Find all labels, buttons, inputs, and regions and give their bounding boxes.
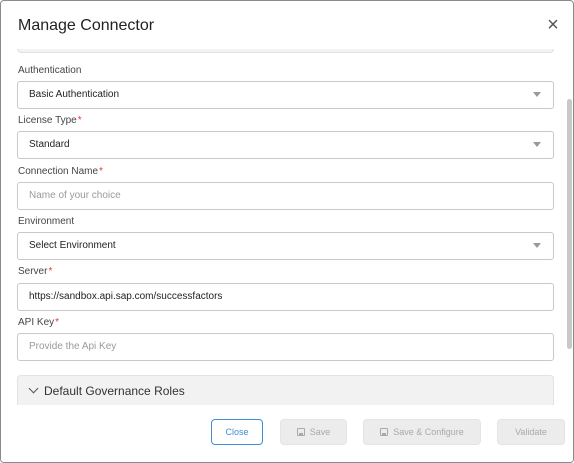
server-label: Server* <box>18 266 52 277</box>
save-button[interactable]: Save <box>280 419 347 445</box>
caret-down-icon <box>533 243 541 248</box>
environment-label: Environment <box>18 216 74 227</box>
dialog-footer: Close Save Save & Configure Validate <box>1 405 573 462</box>
manage-connector-dialog: Manage Connector × Authentication Basic … <box>0 0 574 463</box>
required-mark: * <box>48 266 53 277</box>
environment-select[interactable]: Select Environment <box>17 232 554 260</box>
connection-name-placeholder: Name of your choice <box>29 190 121 201</box>
authentication-label-text: Authentication <box>18 65 82 76</box>
license-type-label: License Type* <box>18 115 82 126</box>
close-icon[interactable]: × <box>543 15 563 35</box>
connection-name-input[interactable]: Name of your choice <box>17 182 554 210</box>
dialog-title: Manage Connector <box>18 17 155 34</box>
api-key-label: API Key* <box>18 317 59 328</box>
scrollbar-thumb[interactable] <box>567 99 572 349</box>
close-button[interactable]: Close <box>211 419 263 445</box>
save-configure-button-label: Save & Configure <box>393 427 464 437</box>
api-key-input[interactable]: Provide the Api Key <box>17 333 554 361</box>
save-icon <box>296 428 305 436</box>
authentication-label: Authentication <box>18 65 81 76</box>
connection-name-label-text: Connection Name <box>18 166 99 177</box>
caret-down-icon <box>533 92 541 97</box>
api-key-placeholder: Provide the Api Key <box>29 341 117 352</box>
caret-down-icon <box>533 142 541 147</box>
chevron-down-icon <box>28 383 39 394</box>
save-button-label: Save <box>309 427 331 437</box>
section-strip <box>17 49 554 53</box>
authentication-value: Basic Authentication <box>29 89 120 100</box>
accordion-label: Default Governance Roles <box>44 384 185 398</box>
authentication-select[interactable]: Basic Authentication <box>17 81 554 109</box>
validate-button-label: Validate <box>515 427 547 437</box>
save-icon <box>380 428 389 436</box>
api-key-label-text: API Key <box>18 317 55 328</box>
required-mark: * <box>99 166 103 177</box>
license-type-value: Standard <box>29 139 70 150</box>
server-label-text: Server <box>18 266 48 277</box>
required-mark: * <box>55 317 60 328</box>
environment-value: Select Environment <box>29 240 116 251</box>
dialog-header: Manage Connector × <box>1 1 573 49</box>
dialog-body[interactable]: Authentication Basic Authentication Lice… <box>1 49 573 405</box>
server-value: https://sandbox.api.sap.com/successfacto… <box>29 291 223 302</box>
default-governance-roles-accordion[interactable]: Default Governance Roles <box>17 375 554 405</box>
close-button-label: Close <box>225 427 249 437</box>
connection-name-label: Connection Name* <box>18 166 103 177</box>
server-input[interactable]: https://sandbox.api.sap.com/successfacto… <box>17 283 554 311</box>
license-type-label-text: License Type <box>18 115 77 126</box>
license-type-select[interactable]: Standard <box>17 131 554 159</box>
required-mark: * <box>77 115 82 126</box>
validate-button[interactable]: Validate <box>497 419 565 445</box>
environment-label-text: Environment <box>18 216 75 227</box>
save-configure-button[interactable]: Save & Configure <box>363 419 481 445</box>
